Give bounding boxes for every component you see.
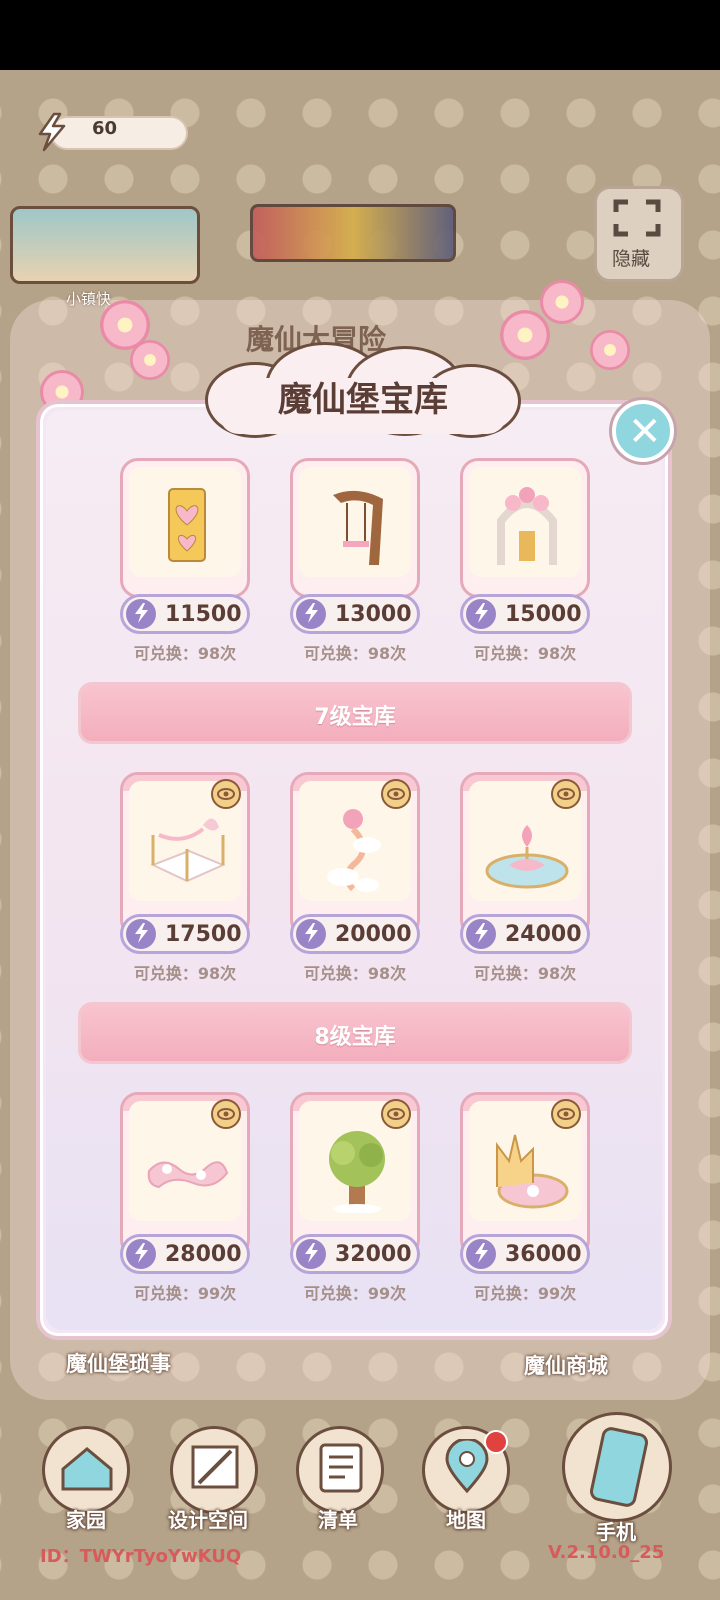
price-tag[interactable]: 24000 bbox=[460, 914, 590, 954]
shop-link[interactable]: 魔仙商城 bbox=[524, 1350, 608, 1380]
price-value: 32000 bbox=[335, 1242, 412, 1267]
item-card[interactable] bbox=[290, 458, 420, 598]
item-card[interactable] bbox=[460, 458, 590, 598]
lightning-icon bbox=[126, 1239, 156, 1269]
redeem-count: 可兑换：99次 bbox=[303, 1284, 407, 1303]
nav-list-label: 清单 bbox=[318, 1508, 358, 1532]
redeem-count: 可兑换：98次 bbox=[473, 964, 577, 983]
price-tag[interactable]: 32000 bbox=[290, 1234, 420, 1274]
price-value: 11500 bbox=[165, 602, 242, 627]
price-tag[interactable]: 11500 bbox=[120, 594, 250, 634]
nav-design-button[interactable] bbox=[170, 1426, 258, 1514]
price-tag[interactable]: 13000 bbox=[290, 594, 420, 634]
background-banner bbox=[250, 204, 456, 262]
lightning-icon bbox=[126, 599, 156, 629]
item-card[interactable] bbox=[120, 458, 250, 598]
lightning-icon bbox=[296, 599, 326, 629]
dialog-title: 魔仙堡宝库 bbox=[278, 380, 448, 420]
town-thumbnail-label: 小镇快 bbox=[66, 290, 112, 308]
energy-value: 60 bbox=[92, 118, 118, 139]
house-icon bbox=[61, 1447, 113, 1491]
price-value: 36000 bbox=[505, 1242, 582, 1267]
status-bar bbox=[0, 0, 720, 70]
redeem-count: 可兑换：98次 bbox=[133, 964, 237, 983]
lotus-fountain-icon bbox=[485, 825, 569, 889]
price-tag[interactable]: 36000 bbox=[460, 1234, 590, 1274]
price-value: 15000 bbox=[505, 602, 582, 627]
trivia-link[interactable]: 魔仙堡琐事 bbox=[66, 1348, 171, 1378]
redeem-count: 可兑换：99次 bbox=[133, 1284, 237, 1303]
lightning-icon bbox=[466, 919, 496, 949]
lightning-icon bbox=[296, 919, 326, 949]
price-value: 13000 bbox=[335, 602, 412, 627]
section-title: 8级宝库 bbox=[314, 1025, 396, 1050]
lightning-icon bbox=[296, 1239, 326, 1269]
lightning-icon bbox=[126, 919, 156, 949]
energy-counter: 60 bbox=[32, 112, 188, 152]
phone-icon bbox=[589, 1427, 649, 1507]
nav-design-label: 设计空间 bbox=[168, 1508, 248, 1532]
price-value: 24000 bbox=[505, 922, 582, 947]
cloud-staircase-icon bbox=[327, 809, 381, 892]
price-tag[interactable]: 28000 bbox=[120, 1234, 250, 1274]
hide-button-label: 隐藏 bbox=[612, 248, 651, 270]
lightning-icon bbox=[38, 112, 66, 152]
player-id: ID：TWYrTyoYwKUQ bbox=[40, 1546, 242, 1567]
nav-phone-button[interactable] bbox=[562, 1412, 672, 1522]
nav-home-button[interactable] bbox=[42, 1426, 130, 1514]
butterfly-bed-icon bbox=[150, 818, 226, 883]
price-tag[interactable]: 15000 bbox=[460, 594, 590, 634]
redeem-count: 可兑换：98次 bbox=[303, 964, 407, 983]
flower-decoration bbox=[130, 340, 170, 380]
tree-swing-icon bbox=[333, 490, 383, 565]
section-title: 7级宝库 bbox=[314, 705, 396, 730]
nav-map-label: 地图 bbox=[446, 1508, 486, 1532]
price-tag[interactable]: 17500 bbox=[120, 914, 250, 954]
flower-decoration bbox=[540, 280, 584, 324]
heart-mirror-icon bbox=[168, 488, 206, 562]
section-header-level-7: 7级宝库 bbox=[78, 682, 632, 744]
list-icon bbox=[319, 1443, 363, 1493]
scan-icon bbox=[613, 199, 661, 237]
green-tree-icon bbox=[329, 1131, 385, 1213]
redeem-count: 可兑换：98次 bbox=[303, 644, 407, 663]
nav-home-label: 家园 bbox=[66, 1508, 106, 1532]
redeem-count: 可兑换：99次 bbox=[473, 1284, 577, 1303]
close-icon: ✕ bbox=[628, 409, 662, 455]
price-value: 20000 bbox=[335, 922, 412, 947]
pink-cloud-path-icon bbox=[147, 1161, 229, 1189]
redeem-count: 可兑换：98次 bbox=[133, 644, 237, 663]
flower-arch-icon bbox=[497, 487, 557, 565]
redeem-count: 可兑换：98次 bbox=[473, 644, 577, 663]
close-button[interactable]: ✕ bbox=[612, 400, 674, 462]
game-version: V.2.10.0_25 bbox=[548, 1542, 665, 1563]
flower-decoration bbox=[590, 330, 630, 370]
notification-badge bbox=[484, 1430, 508, 1454]
nav-list-button[interactable] bbox=[296, 1426, 384, 1514]
lightning-icon bbox=[466, 599, 496, 629]
price-tag[interactable]: 20000 bbox=[290, 914, 420, 954]
nav-phone-label: 手机 bbox=[596, 1520, 636, 1544]
crown-stage-icon bbox=[496, 1134, 569, 1209]
price-value: 17500 bbox=[165, 922, 242, 947]
section-header-level-8: 8级宝库 bbox=[78, 1002, 632, 1064]
lightning-icon bbox=[466, 1239, 496, 1269]
price-value: 28000 bbox=[165, 1242, 242, 1267]
town-thumbnail[interactable] bbox=[10, 206, 200, 284]
design-icon bbox=[191, 1445, 239, 1489]
